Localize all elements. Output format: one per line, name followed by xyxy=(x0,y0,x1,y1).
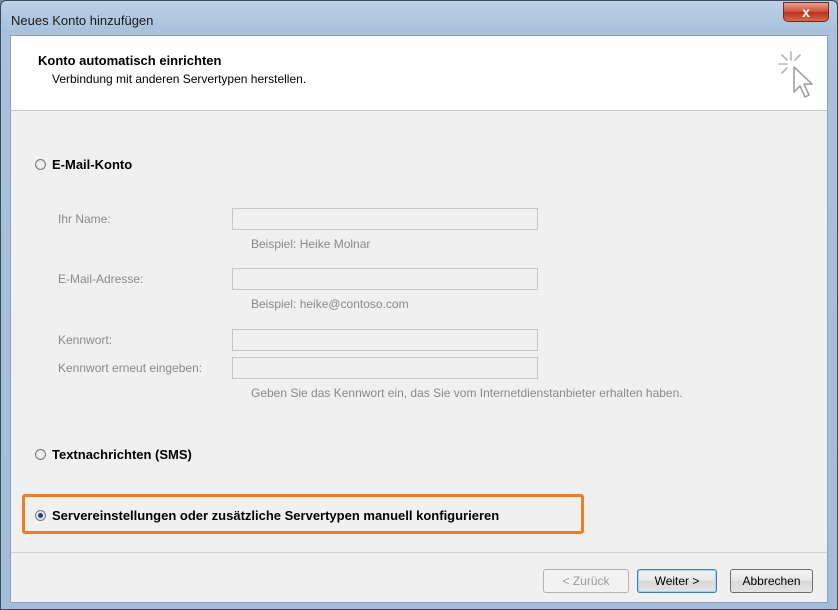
radio-manual-config[interactable]: Servereinstellungen oder zusätzliche Ser… xyxy=(35,508,499,523)
hint-password: Geben Sie das Kennwort ein, das Sie vom … xyxy=(251,386,683,400)
email-input[interactable] xyxy=(232,268,538,290)
label-password-repeat: Kennwort erneut eingeben: xyxy=(58,361,203,375)
close-button[interactable]: x xyxy=(783,2,829,22)
dialog-window: Neues Konto hinzufügen x Konto automatis… xyxy=(0,0,838,610)
name-input[interactable] xyxy=(232,208,538,230)
radio-sms[interactable]: Textnachrichten (SMS) xyxy=(35,447,192,462)
cancel-button[interactable]: Abbrechen xyxy=(730,569,813,593)
title-bar[interactable]: Neues Konto hinzufügen x xyxy=(1,1,837,35)
footer-divider xyxy=(11,552,827,553)
wizard-header: Konto automatisch einrichten Verbindung … xyxy=(11,36,827,111)
label-password: Kennwort: xyxy=(58,333,113,347)
hint-name: Beispiel: Heike Molnar xyxy=(251,237,371,251)
password-input[interactable] xyxy=(232,329,538,351)
next-button[interactable]: Weiter > xyxy=(637,569,717,593)
radio-label-sms: Textnachrichten (SMS) xyxy=(52,447,192,462)
password-repeat-input[interactable] xyxy=(232,357,538,379)
radio-label-manual: Servereinstellungen oder zusätzliche Ser… xyxy=(52,508,500,523)
radio-label-email: E-Mail-Konto xyxy=(52,157,133,172)
page-title: Konto automatisch einrichten xyxy=(38,53,222,68)
label-name: Ihr Name: xyxy=(58,212,111,226)
dialog-client-area: Konto automatisch einrichten Verbindung … xyxy=(10,35,828,603)
back-button[interactable]: < Zurück xyxy=(543,569,629,593)
close-icon: x xyxy=(802,4,810,20)
radio-button-manual[interactable] xyxy=(35,510,46,521)
window-title: Neues Konto hinzufügen xyxy=(11,13,154,28)
radio-button-email[interactable] xyxy=(35,159,46,170)
radio-email-account[interactable]: E-Mail-Konto xyxy=(35,157,132,172)
page-subtitle: Verbindung mit anderen Servertypen herst… xyxy=(52,72,307,86)
radio-button-sms[interactable] xyxy=(35,449,46,460)
hint-email: Beispiel: heike@contoso.com xyxy=(251,297,409,311)
cursor-sparkle-icon xyxy=(778,51,813,98)
label-email: E-Mail-Adresse: xyxy=(58,272,144,286)
